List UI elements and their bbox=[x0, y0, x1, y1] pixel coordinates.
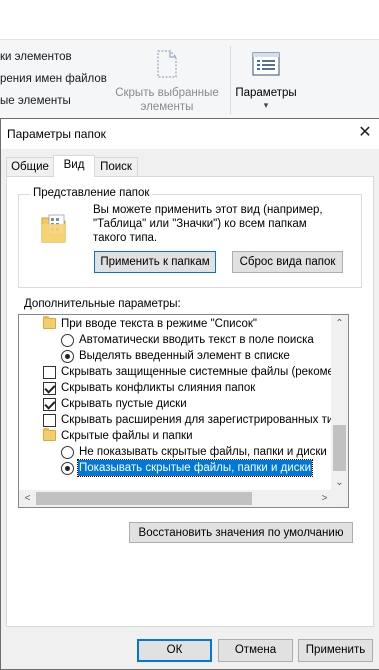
tree-item-label: Автоматически вводить текст в поле поиск… bbox=[79, 334, 314, 346]
hide-selected-button[interactable]: Скрыть выбранные элементы bbox=[112, 46, 222, 116]
radio-auto-search[interactable] bbox=[61, 334, 74, 347]
tree-item-label-selected: Показывать скрытые файлы, папки и диски bbox=[77, 459, 313, 477]
folder-views-description: Вы можете применить этот вид (например, … bbox=[93, 203, 323, 245]
explorer-ribbon: ки элементов рения имен файлов ые элемен… bbox=[0, 0, 379, 122]
folder-icon bbox=[43, 316, 56, 329]
tree-item-label: Скрывать конфликты слияния папок bbox=[61, 382, 256, 394]
reset-folders-button[interactable]: Сброс вида папок bbox=[232, 251, 343, 273]
folder-view-icon bbox=[41, 214, 66, 243]
tree-item-hide-extensions[interactable]: Скрывать расширения для зарегистрированн… bbox=[19, 412, 346, 428]
checkbox-hide-extensions[interactable] bbox=[43, 414, 56, 427]
scrollbar-corner bbox=[331, 490, 348, 507]
tree-item-select-typed[interactable]: Выделять введенный элемент в списке bbox=[19, 348, 333, 364]
tree-item-label: Выделять введенный элемент в списке bbox=[79, 350, 290, 362]
ribbon-item-hidden-items[interactable]: ые элементы bbox=[0, 95, 71, 107]
hide-selected-label-2: элементы bbox=[140, 101, 194, 113]
apply-to-folders-button[interactable]: Применить к папкам bbox=[94, 251, 216, 273]
checkbox-hide-empty-drives[interactable] bbox=[43, 398, 56, 411]
tree-item-label: Скрытые файлы и папки bbox=[61, 430, 193, 442]
ribbon-separator bbox=[230, 46, 231, 114]
options-button[interactable]: Параметры ▾ bbox=[232, 46, 300, 114]
tree-item-dont-show-hidden[interactable]: Не показывать скрытые файлы, папки и дис… bbox=[19, 444, 333, 460]
tree-item-list-mode[interactable]: При вводе текста в режиме "Список" bbox=[19, 316, 333, 332]
description-line: Вы можете применить этот вид (например, bbox=[93, 204, 323, 216]
ribbon-tab-strip bbox=[0, 0, 379, 40]
restore-defaults-button[interactable]: Восстановить значения по умолчанию bbox=[129, 522, 353, 543]
close-icon[interactable]: ✕ bbox=[356, 124, 374, 142]
tree-item-label: Не показывать скрытые файлы, папки и дис… bbox=[79, 446, 327, 458]
ribbon-item-file-extensions[interactable]: рения имен файлов bbox=[0, 73, 107, 85]
radio-dont-show-hidden[interactable] bbox=[61, 446, 74, 459]
tree-item-hide-merge-conflicts[interactable]: Скрывать конфликты слияния папок bbox=[19, 380, 333, 396]
ribbon-item-navigation-checkboxes[interactable]: ки элементов bbox=[0, 51, 72, 63]
tree-item-label: Скрывать расширения для зарегистрированн… bbox=[61, 414, 346, 426]
tree-item-label: Скрывать пустые диски bbox=[61, 398, 187, 410]
checkbox-hide-merge-conflicts[interactable] bbox=[43, 382, 56, 395]
tab-search[interactable]: Поиск bbox=[94, 157, 138, 177]
tree-item-hide-system-files[interactable]: Скрывать защищенные системные файлы (рек… bbox=[19, 364, 343, 380]
scroll-down-icon[interactable]: ⌄ bbox=[331, 474, 348, 491]
tab-general[interactable]: Общие bbox=[6, 157, 54, 177]
hide-selected-label-1: Скрыть выбранные bbox=[115, 87, 219, 99]
folder-views-legend: Представление папок bbox=[30, 187, 153, 199]
scroll-up-icon[interactable]: ⌃ bbox=[331, 315, 348, 332]
advanced-settings-list[interactable]: При вводе текста в режиме "Список" Автом… bbox=[18, 314, 349, 508]
vertical-scroll-thumb[interactable] bbox=[333, 425, 346, 471]
radio-show-hidden[interactable] bbox=[61, 462, 74, 475]
tree-item-show-hidden[interactable]: Показывать скрытые файлы, папки и диски bbox=[19, 459, 333, 477]
folder-options-dialog: Параметры папок ✕ Общие Вид Поиск Предст… bbox=[0, 118, 379, 670]
tree-item-label: При вводе текста в режиме "Список" bbox=[61, 318, 257, 330]
ok-button[interactable]: ОК bbox=[137, 639, 212, 662]
vertical-scrollbar[interactable]: ⌃ ⌄ bbox=[331, 315, 348, 491]
chevron-down-icon: ▾ bbox=[263, 100, 269, 110]
description-line: такого типа. bbox=[93, 232, 158, 244]
tree-item-hidden-files[interactable]: Скрытые файлы и папки bbox=[19, 428, 333, 444]
tree-item-auto-search[interactable]: Автоматически вводить текст в поле поиск… bbox=[19, 332, 333, 348]
dialog-title: Параметры папок bbox=[7, 127, 106, 141]
advanced-settings-label: Дополнительные параметры: bbox=[24, 298, 181, 310]
horizontal-scrollbar[interactable]: < > bbox=[19, 490, 348, 507]
checkbox-hide-system-files[interactable] bbox=[43, 366, 56, 379]
tree-item-label: Скрывать защищенные системные файлы (рек… bbox=[61, 366, 344, 378]
apply-button[interactable]: Применить bbox=[298, 639, 373, 662]
folder-icon bbox=[43, 428, 56, 441]
radio-select-typed[interactable] bbox=[61, 350, 74, 363]
scroll-left-icon[interactable]: < bbox=[19, 490, 36, 507]
options-icon bbox=[252, 52, 280, 76]
tree-item-hide-empty-drives[interactable]: Скрывать пустые диски bbox=[19, 396, 333, 412]
description-line: "Таблица" или "Значки") ко всем папкам bbox=[93, 218, 307, 230]
tab-view[interactable]: Вид bbox=[53, 155, 95, 177]
dialog-titlebar[interactable]: Параметры папок ✕ bbox=[1, 119, 379, 149]
horizontal-scroll-thumb[interactable] bbox=[36, 492, 252, 505]
hide-selected-icon bbox=[157, 50, 177, 78]
cancel-button[interactable]: Отмена bbox=[218, 639, 293, 662]
